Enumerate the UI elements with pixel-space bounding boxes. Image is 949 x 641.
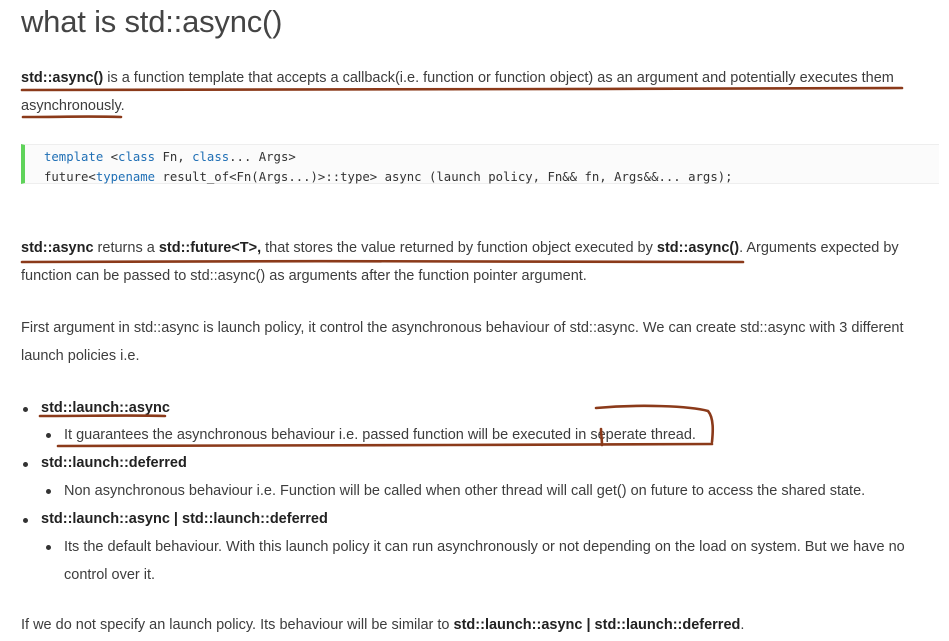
- bold-std-async-call: std::async(): [656, 240, 740, 256]
- bullet-icon: [23, 407, 28, 412]
- bullet-icon: [46, 489, 51, 494]
- bullet-icon: [46, 545, 51, 550]
- intro-text: is a function template that accepts a ca…: [103, 70, 894, 86]
- code-line-1: template <class Fn, class... Args>: [44, 150, 296, 164]
- code-block: template <class Fn, class... Args> futur…: [21, 144, 939, 184]
- bullet-icon: [23, 462, 28, 467]
- intro-bold-async: std::async(): [21, 70, 104, 86]
- code-line-2: future<typename result_of<Fn(Args...)>::…: [44, 170, 733, 184]
- bold-default-policy: std::launch::async | std::launch::deferr…: [453, 617, 741, 633]
- launch-policy-paragraph: First argument in std::async is launch p…: [21, 320, 904, 364]
- bold-std-future: std::future<T>,: [158, 240, 262, 256]
- footer-paragraph: If we do not specify an launch policy. I…: [21, 617, 745, 633]
- bullet-icon: [23, 518, 28, 523]
- bullet-icon: [46, 433, 51, 438]
- bold-std-async: std::async: [21, 240, 94, 256]
- intro-text-2: asynchronously.: [21, 98, 125, 114]
- page-title: what is std::async(): [21, 4, 283, 39]
- intro-paragraph: std::async() is a function template that…: [21, 64, 894, 120]
- returns-paragraph: std::async returns a std::future<T>, tha…: [21, 240, 899, 284]
